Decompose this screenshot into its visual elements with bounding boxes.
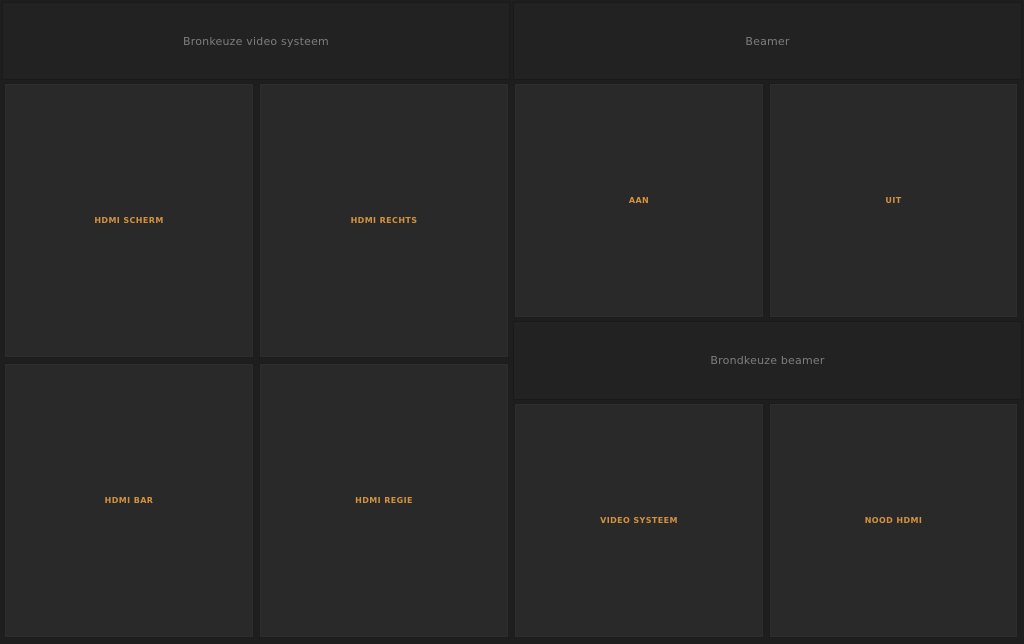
beamer-off-label: UIT	[885, 196, 902, 205]
beamer-off-button[interactable]: UIT	[769, 83, 1018, 318]
beamer-on-label: AAN	[628, 196, 650, 205]
beamer-header-label: Beamer	[745, 34, 790, 48]
control-panel: Bronkeuze video systeem Beamer HDMI SCHE…	[0, 0, 1024, 644]
video-source-header-label: Bronkeuze video systeem	[183, 34, 329, 48]
hdmi-scherm-label: HDMI SCHERM	[94, 216, 164, 225]
hdmi-scherm-button[interactable]: HDMI SCHERM	[4, 83, 254, 358]
video-source-header: Bronkeuze video systeem	[2, 2, 510, 80]
beamer-header: Beamer	[513, 2, 1022, 80]
hdmi-regie-button[interactable]: HDMI REGIE	[259, 363, 509, 638]
hdmi-rechts-button[interactable]: HDMI RECHTS	[259, 83, 509, 358]
hdmi-rechts-label: HDMI RECHTS	[350, 216, 418, 225]
hdmi-bar-label: HDMI BAR	[104, 496, 154, 505]
beamer-source-header-label: Brondkeuze beamer	[710, 354, 825, 367]
nood-hdmi-button[interactable]: NOOD HDMI	[769, 403, 1018, 638]
nood-hdmi-label: NOOD HDMI	[864, 516, 923, 525]
hdmi-bar-button[interactable]: HDMI BAR	[4, 363, 254, 638]
video-systeem-label: VIDEO SYSTEEM	[600, 516, 678, 525]
hdmi-regie-label: HDMI REGIE	[355, 496, 413, 505]
beamer-source-header: Brondkeuze beamer	[513, 321, 1022, 400]
beamer-on-button[interactable]: AAN	[514, 83, 764, 318]
video-systeem-button[interactable]: VIDEO SYSTEEM	[514, 403, 764, 638]
